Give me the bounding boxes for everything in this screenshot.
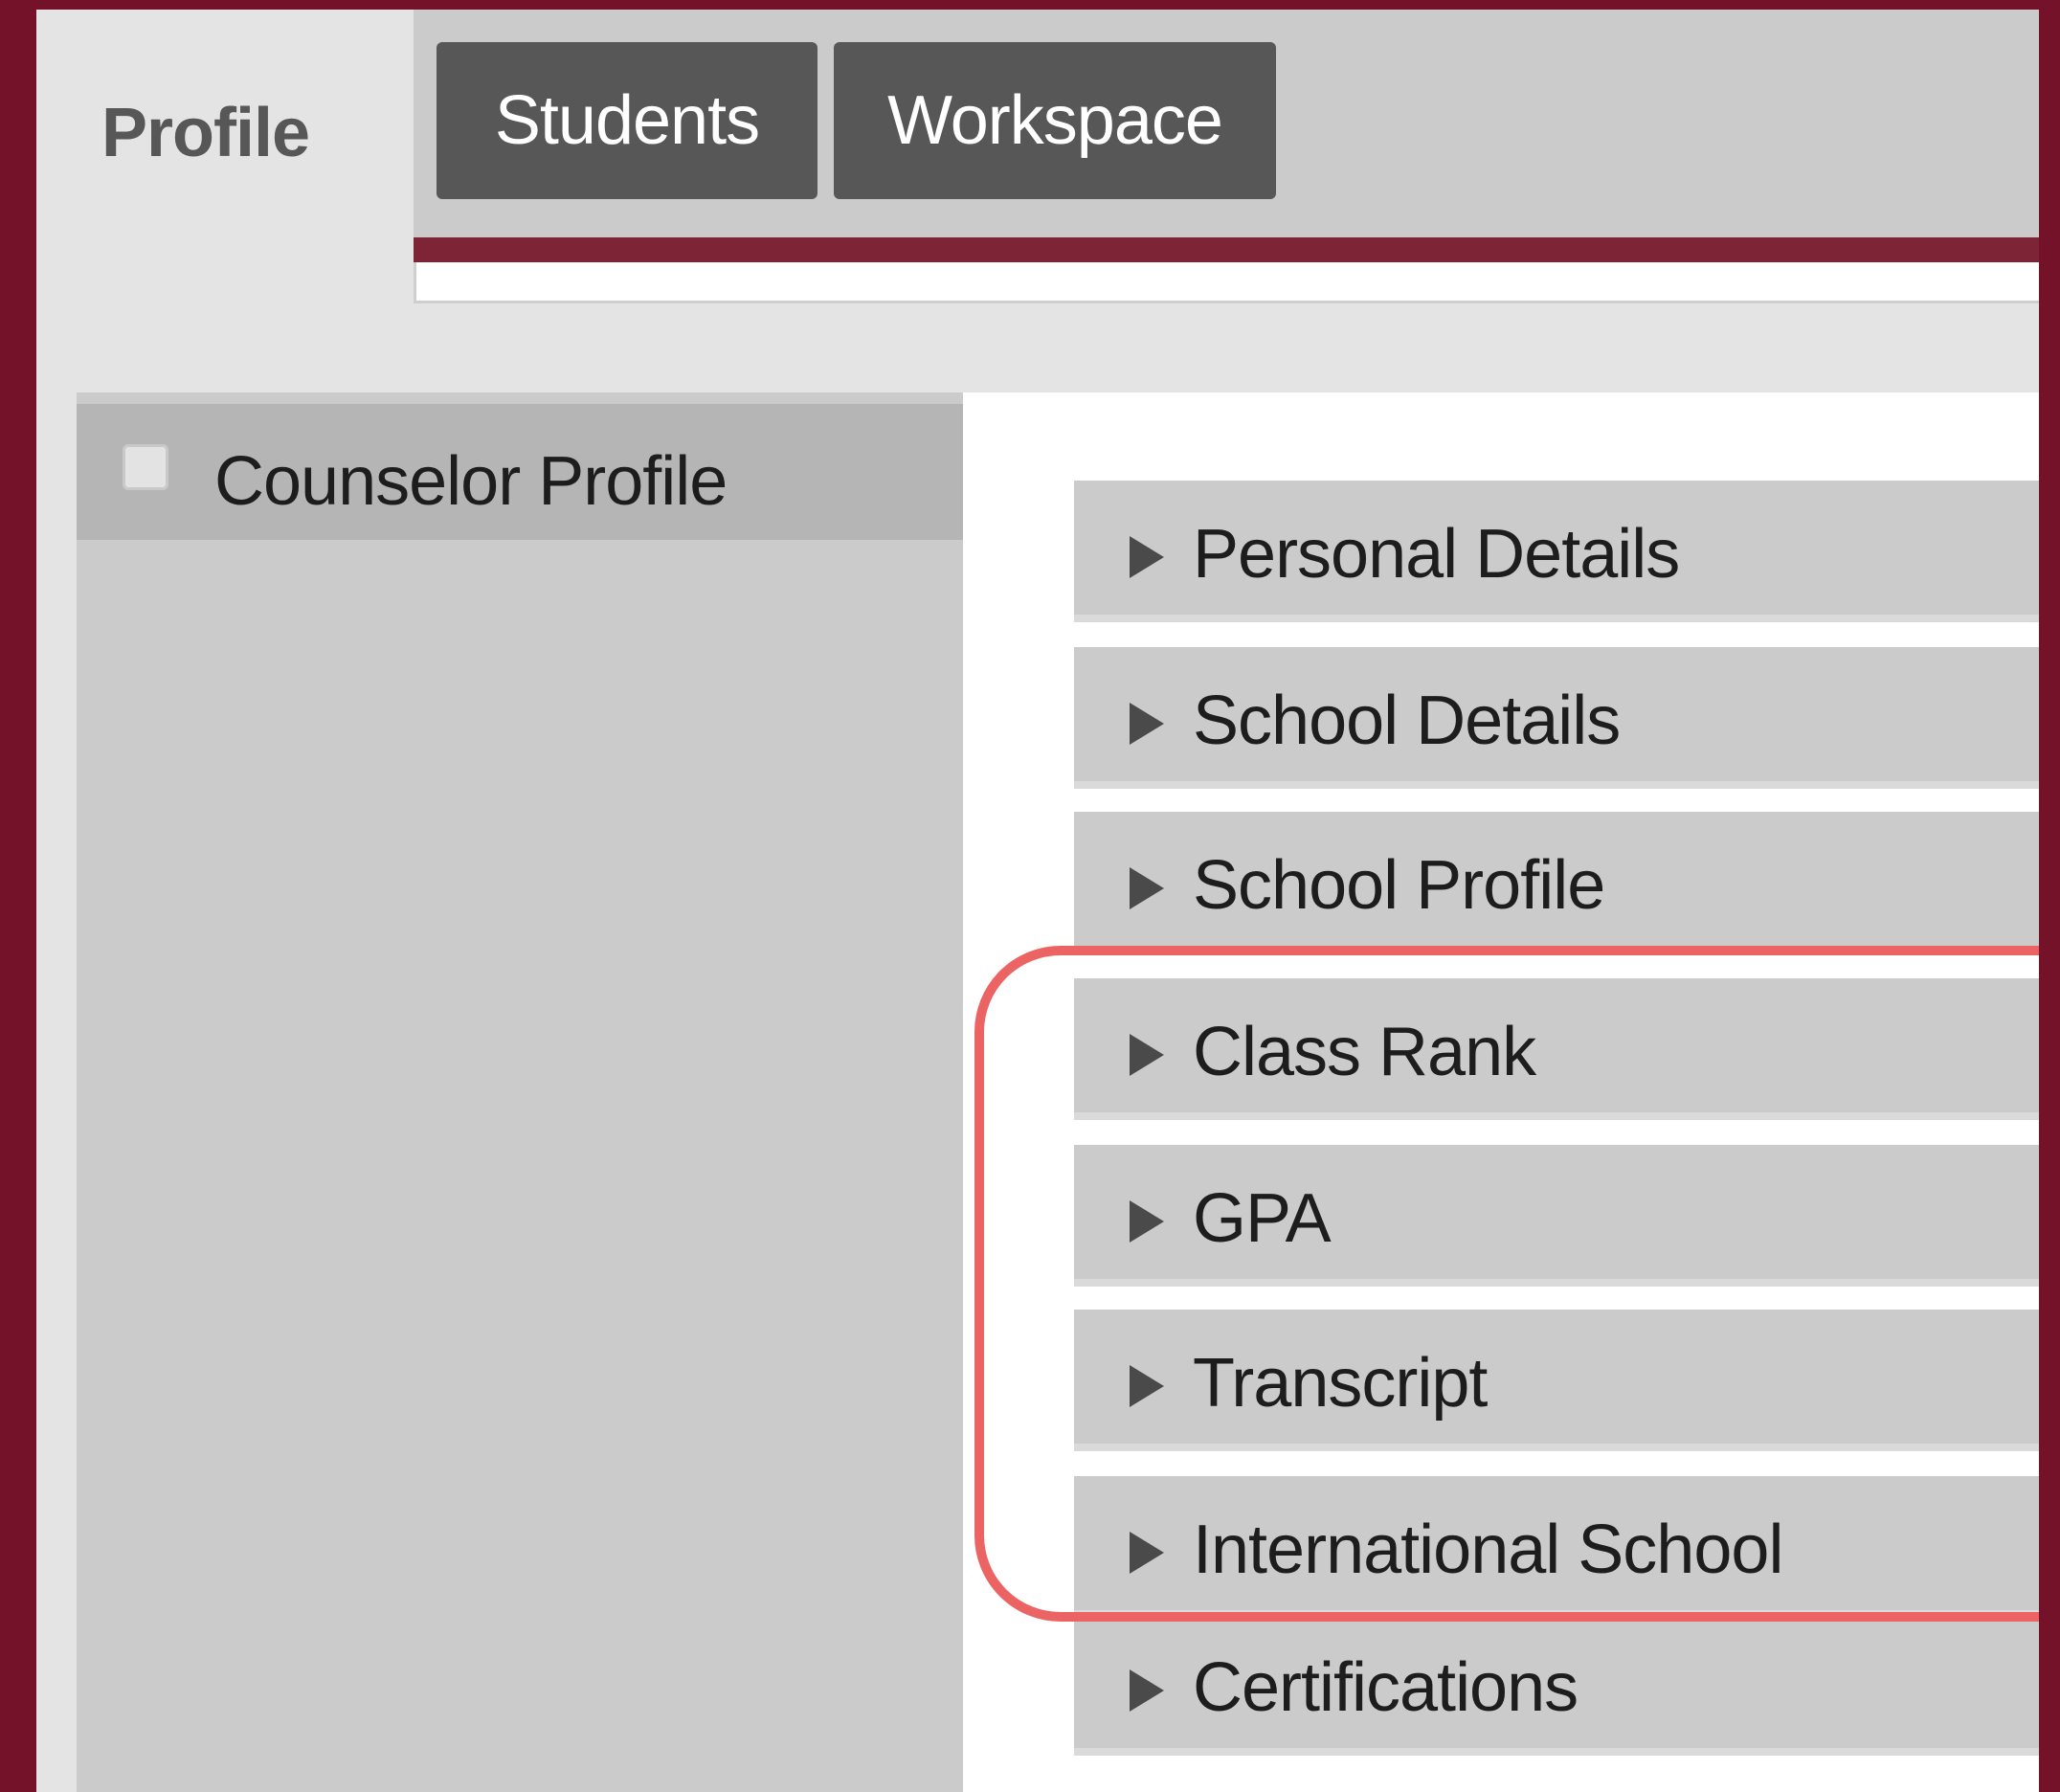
tab-students[interactable]: Students	[437, 42, 817, 199]
triangle-right-icon	[1130, 1034, 1164, 1076]
section-label: Class Rank	[1193, 1014, 1536, 1090]
section-label: International School	[1193, 1512, 1783, 1588]
section-label: Certifications	[1193, 1649, 1579, 1726]
sidebar	[77, 392, 963, 1792]
section-transcript[interactable]: Transcript	[1074, 1310, 2039, 1451]
triangle-right-icon	[1130, 1669, 1164, 1712]
section-gpa[interactable]: GPA	[1074, 1145, 2039, 1287]
tab-profile[interactable]: Profile	[36, 10, 414, 297]
tab-students-label: Students	[494, 82, 760, 159]
app-frame: Profile Students Workspace Counselor Pro…	[36, 10, 2039, 1792]
section-label: GPA	[1193, 1180, 1332, 1257]
triangle-right-icon	[1130, 536, 1164, 578]
triangle-right-icon	[1130, 1200, 1164, 1243]
section-international-school[interactable]: International School	[1074, 1476, 2039, 1618]
section-label: Transcript	[1193, 1345, 1488, 1422]
tab-workspace-label: Workspace	[887, 82, 1223, 159]
section-label: School Details	[1193, 683, 1621, 759]
counselor-profile-checkbox[interactable]	[123, 444, 168, 490]
section-school-details[interactable]: School Details	[1074, 647, 2039, 789]
frame-edge	[2039, 0, 2060, 1792]
triangle-right-icon	[1130, 1532, 1164, 1574]
triangle-right-icon	[1130, 1365, 1164, 1407]
tab-bar-underline	[414, 262, 2039, 303]
section-school-profile[interactable]: School Profile	[1074, 812, 2039, 953]
triangle-right-icon	[1130, 867, 1164, 909]
section-label: Personal Details	[1193, 516, 1680, 593]
triangle-right-icon	[1130, 703, 1164, 745]
tab-bar-accent	[414, 237, 2039, 262]
section-class-rank[interactable]: Class Rank	[1074, 978, 2039, 1120]
section-personal-details[interactable]: Personal Details	[1074, 481, 2039, 622]
tab-profile-label: Profile	[101, 95, 310, 171]
section-certifications[interactable]: Certifications	[1074, 1614, 2039, 1756]
tab-workspace[interactable]: Workspace	[834, 42, 1276, 199]
sidebar-item-label: Counselor Profile	[214, 443, 728, 520]
section-label: School Profile	[1193, 847, 1605, 924]
